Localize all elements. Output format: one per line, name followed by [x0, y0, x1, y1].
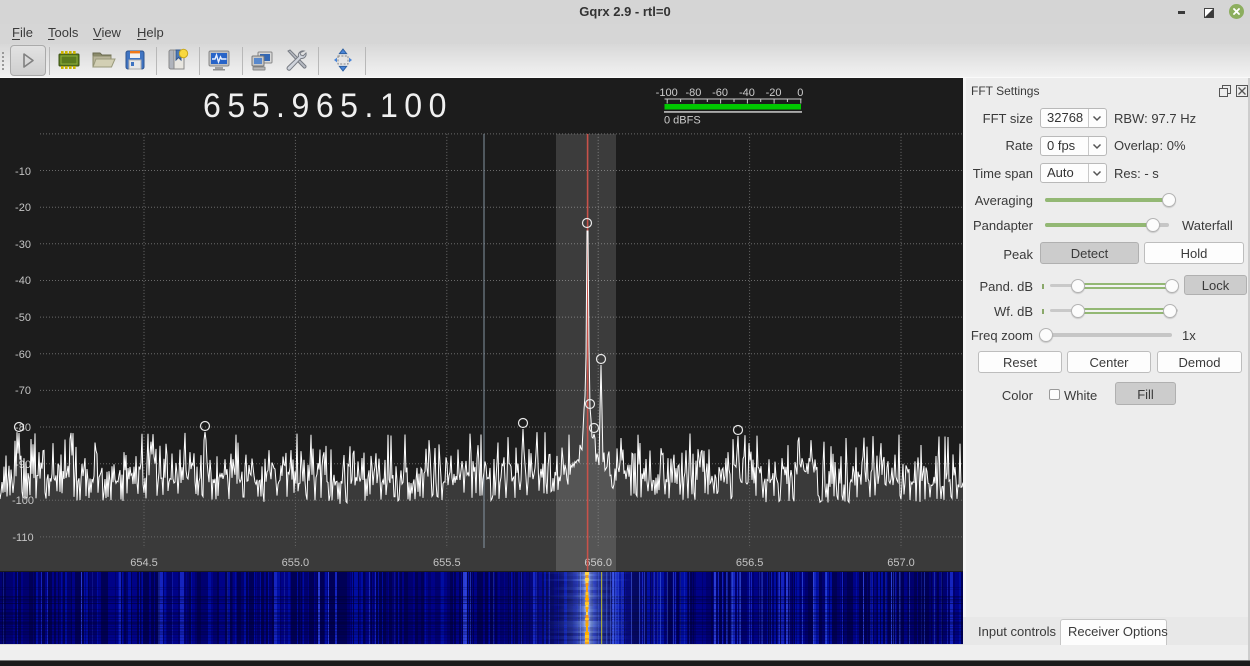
svg-text:0 dBFS: 0 dBFS [664, 115, 701, 127]
svg-text:-20: -20 [15, 202, 31, 214]
svg-text:655.0: 655.0 [282, 557, 310, 569]
svg-text:-40: -40 [739, 87, 755, 99]
svg-text:-90: -90 [15, 459, 31, 471]
svg-text:-50: -50 [15, 312, 31, 324]
svg-text:656.5: 656.5 [736, 557, 764, 569]
svg-text:-80: -80 [685, 87, 701, 99]
svg-text:654.5: 654.5 [130, 557, 158, 569]
svg-text:-40: -40 [15, 275, 31, 287]
svg-text:-60: -60 [712, 87, 728, 99]
svg-text:657.0: 657.0 [887, 557, 915, 569]
svg-text:655.5: 655.5 [433, 557, 461, 569]
svg-text:0: 0 [797, 87, 803, 99]
svg-text:-100: -100 [656, 87, 678, 99]
svg-text:-20: -20 [766, 87, 782, 99]
svg-text:655.965.100: 655.965.100 [203, 87, 453, 125]
svg-text:-70: -70 [15, 385, 31, 397]
svg-text:-60: -60 [15, 349, 31, 361]
svg-text:-110: -110 [12, 532, 33, 544]
svg-text:-10: -10 [15, 166, 31, 178]
svg-text:-30: -30 [15, 239, 31, 251]
